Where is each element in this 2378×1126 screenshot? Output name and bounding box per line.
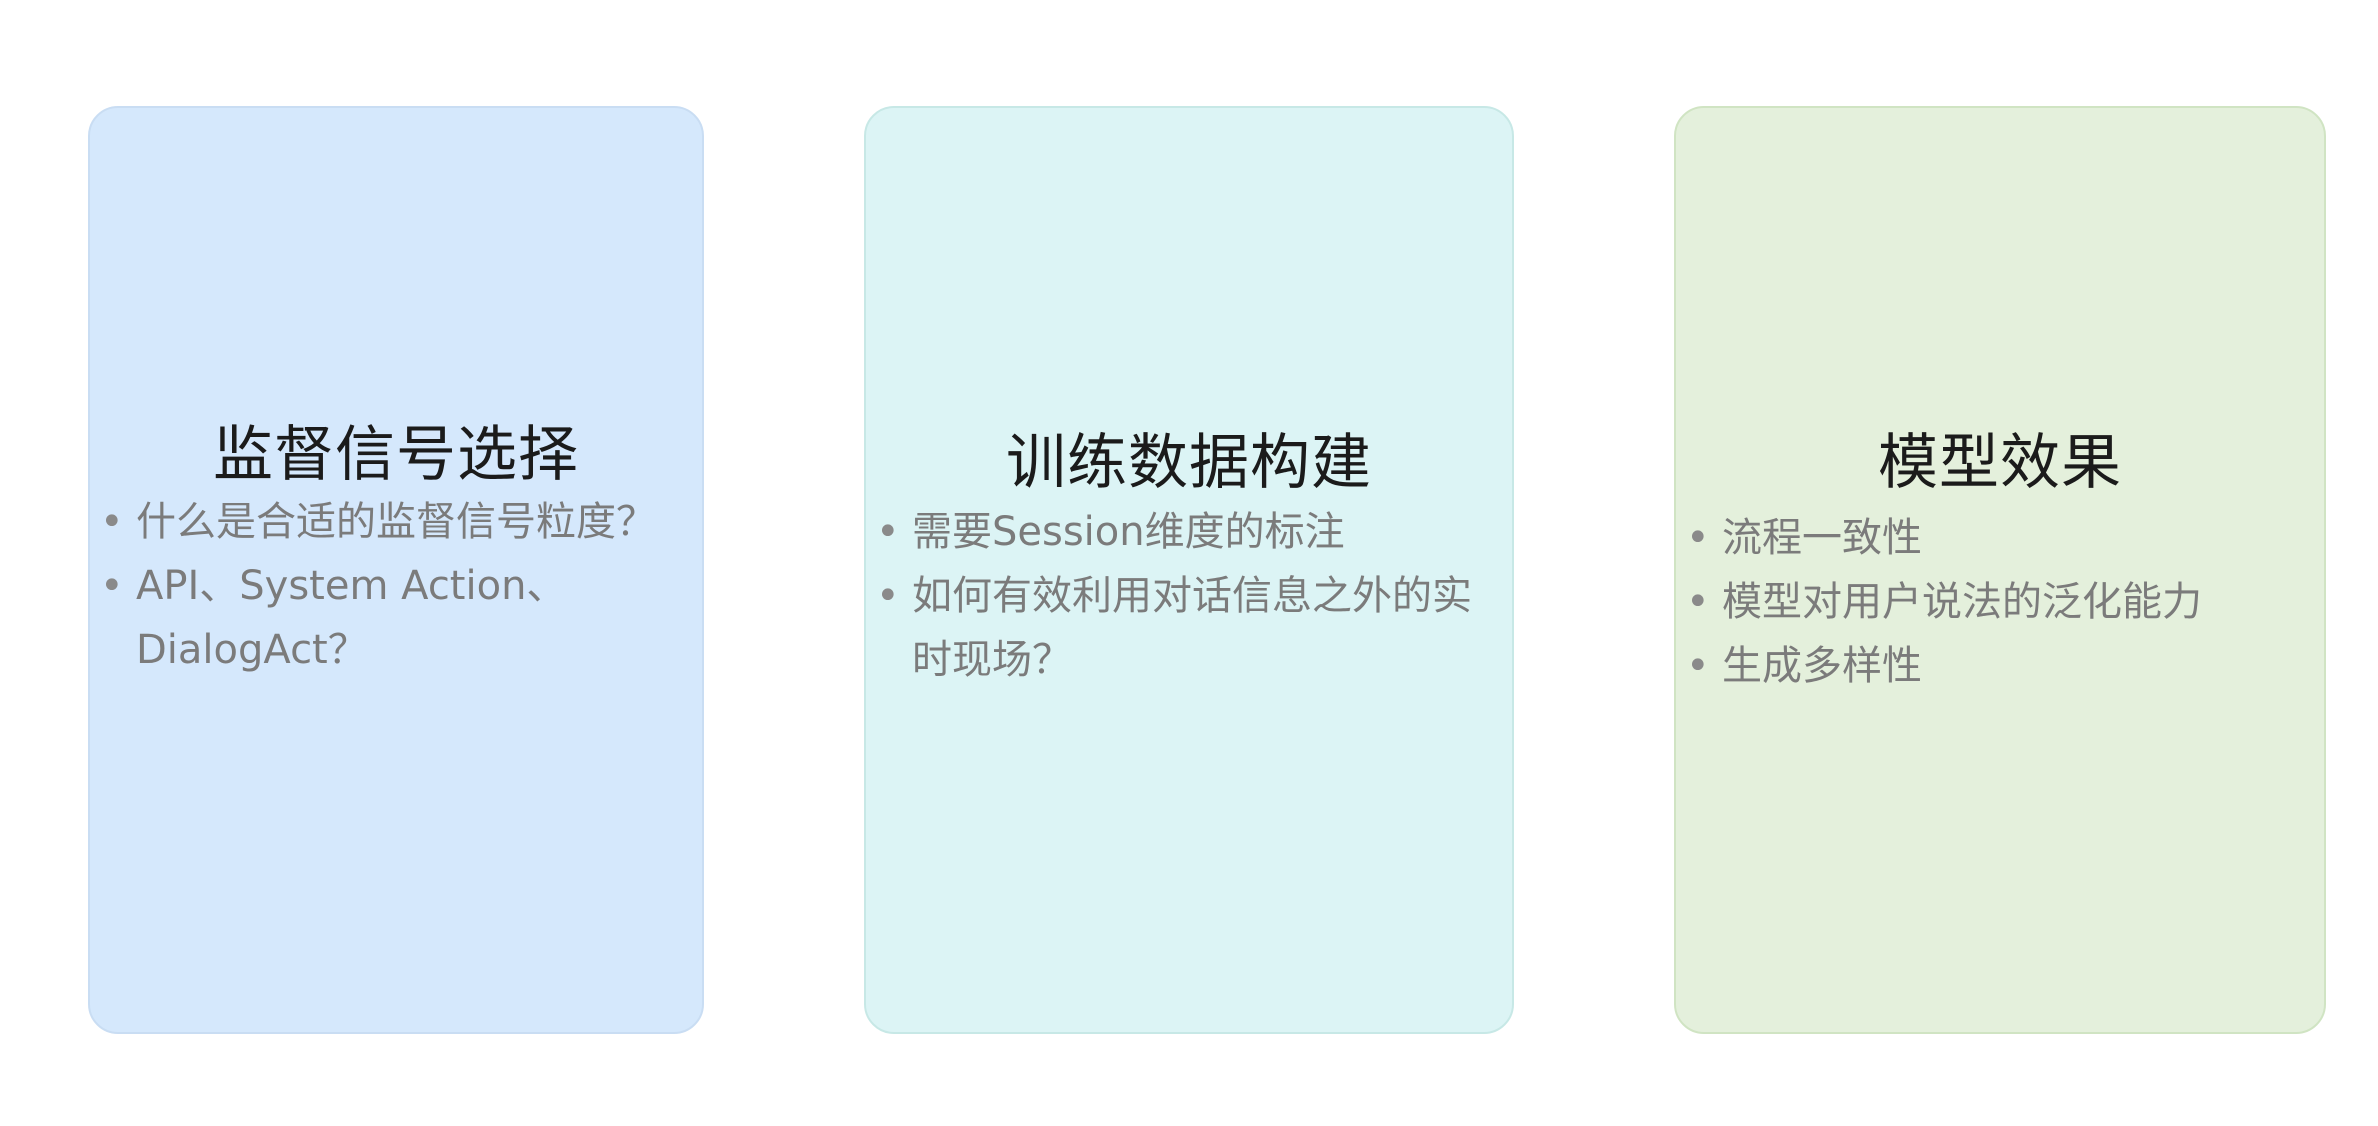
bullet-text: 如何有效利用对话信息之外的实时现场？ bbox=[912, 573, 1472, 683]
bullet-item: • 模型对用户说法的泛化能力 bbox=[1686, 570, 2306, 634]
bullet-dot-icon: • bbox=[1686, 643, 1710, 689]
card-training-data: 训练数据构建 • 需要Session维度的标注 • 如何有效利用对话信息之外的实… bbox=[864, 106, 1514, 1034]
card-model-effect: 模型效果 • 流程一致性 • 模型对用户说法的泛化能力 • 生成多样性 bbox=[1674, 106, 2326, 1034]
bullet-text: 生成多样性 bbox=[1722, 643, 1922, 689]
bullet-dot-icon: • bbox=[100, 499, 124, 545]
bullet-text: 模型对用户说法的泛化能力 bbox=[1722, 579, 2202, 625]
card-supervision-signal: 监督信号选择 • 什么是合适的监督信号粒度？ • API、System Acti… bbox=[88, 106, 704, 1034]
bullet-list: • 流程一致性 • 模型对用户说法的泛化能力 • 生成多样性 bbox=[1686, 506, 2306, 698]
bullet-list: • 需要Session维度的标注 • 如何有效利用对话信息之外的实时现场？ bbox=[876, 500, 1496, 692]
bullet-dot-icon: • bbox=[1686, 579, 1710, 625]
bullet-item: • 流程一致性 bbox=[1686, 506, 2306, 570]
bullet-dot-icon: • bbox=[876, 509, 900, 555]
bullet-text: 需要Session维度的标注 bbox=[912, 509, 1345, 555]
bullet-item: • 生成多样性 bbox=[1686, 634, 2306, 698]
bullet-dot-icon: • bbox=[100, 563, 124, 609]
bullet-text: 流程一致性 bbox=[1722, 515, 1922, 561]
bullet-list: • 什么是合适的监督信号粒度？ • API、System Action、Dial… bbox=[100, 490, 660, 682]
bullet-text: API、System Action、DialogAct？ bbox=[136, 563, 567, 673]
bullet-dot-icon: • bbox=[1686, 515, 1710, 561]
card-title: 模型效果 bbox=[1878, 428, 2122, 498]
bullet-item: • 什么是合适的监督信号粒度？ bbox=[100, 490, 660, 554]
card-title: 训练数据构建 bbox=[1006, 428, 1372, 498]
bullet-item: • API、System Action、DialogAct？ bbox=[100, 554, 660, 682]
bullet-item: • 需要Session维度的标注 bbox=[876, 500, 1496, 564]
bullet-dot-icon: • bbox=[876, 573, 900, 619]
bullet-item: • 如何有效利用对话信息之外的实时现场？ bbox=[876, 564, 1496, 692]
card-title: 监督信号选择 bbox=[213, 420, 579, 490]
bullet-text: 什么是合适的监督信号粒度？ bbox=[136, 499, 656, 545]
